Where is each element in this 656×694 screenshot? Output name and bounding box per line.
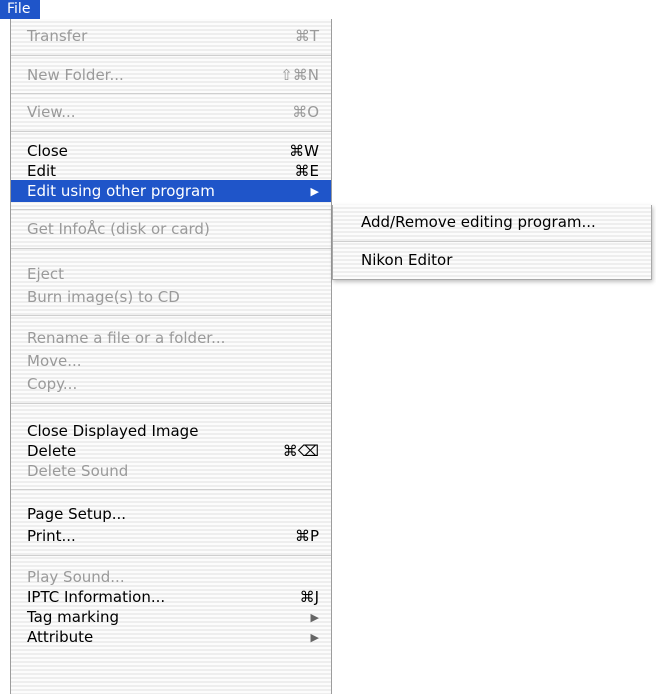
- menu-item-label: Copy...: [27, 375, 78, 393]
- menu-item-label: Transfer: [27, 27, 88, 45]
- submenu-arrow-icon: ▶: [310, 610, 319, 624]
- menu-item-get-info[interactable]: Get InfoÅc (disk or card): [11, 218, 331, 240]
- menu-separator: [11, 248, 331, 249]
- menu-item-shortcut: ⌘P: [294, 527, 319, 545]
- menu-item-attribute[interactable]: Attribute ▶: [11, 626, 331, 648]
- menu-item-transfer[interactable]: Transfer ⌘T: [11, 25, 331, 47]
- menu-item-label: Attribute: [27, 628, 94, 646]
- menu-item-label: Eject: [27, 265, 65, 283]
- menu-item-view[interactable]: View... ⌘O: [11, 101, 331, 123]
- menu-item-close[interactable]: Close ⌘W: [11, 140, 331, 162]
- menu-separator: [11, 93, 331, 94]
- menu-item-label: Delete: [27, 442, 77, 460]
- menu-item-label: New Folder...: [27, 66, 124, 84]
- menu-item-delete[interactable]: Delete ⌘⌫: [11, 440, 331, 462]
- menu-item-print[interactable]: Print... ⌘P: [11, 525, 331, 547]
- menu-item-shortcut: ⌘O: [292, 103, 319, 121]
- file-menu: Transfer ⌘T New Folder... ⇧⌘N View... ⌘O…: [10, 19, 332, 694]
- menu-item-shortcut: ⌘J: [299, 588, 319, 606]
- menu-separator: [11, 55, 331, 56]
- menu-item-rename[interactable]: Rename a file or a folder...: [11, 327, 331, 349]
- menu-item-tag-marking[interactable]: Tag marking ▶: [11, 606, 331, 628]
- menu-separator: [11, 403, 331, 404]
- menu-separator: [11, 555, 331, 556]
- file-menu-title[interactable]: File: [0, 0, 40, 19]
- menu-item-label: View...: [27, 103, 76, 121]
- menu-item-label: Delete Sound: [27, 462, 129, 480]
- menu-item-shortcut: ⌘T: [294, 27, 319, 45]
- menu-item-iptc-information[interactable]: IPTC Information... ⌘J: [11, 586, 331, 608]
- menu-separator: [11, 131, 331, 132]
- submenu-arrow-icon: ▶: [310, 184, 319, 198]
- menu-item-label: Tag marking: [27, 608, 120, 626]
- menu-item-new-folder[interactable]: New Folder... ⇧⌘N: [11, 64, 331, 86]
- menu-separator: [11, 209, 331, 210]
- menu-item-label: Close: [27, 142, 68, 160]
- menu-item-label: Rename a file or a folder...: [27, 329, 226, 347]
- menu-item-page-setup[interactable]: Page Setup...: [11, 503, 331, 525]
- menu-item-label: Print...: [27, 527, 76, 545]
- menu-item-close-displayed-image[interactable]: Close Displayed Image: [11, 420, 331, 442]
- submenu-item-label: Nikon Editor: [361, 251, 453, 269]
- submenu-item-nikon-editor[interactable]: Nikon Editor: [333, 248, 651, 272]
- menu-item-edit-using-other-program[interactable]: Edit using other program ▶: [11, 180, 331, 202]
- menu-item-shortcut: ⇧⌘N: [280, 66, 319, 84]
- menu-item-play-sound[interactable]: Play Sound...: [11, 566, 331, 588]
- menu-item-label: Play Sound...: [27, 568, 125, 586]
- menu-item-label: Close Displayed Image: [27, 422, 199, 440]
- menu-item-label: Move...: [27, 352, 82, 370]
- menu-item-delete-sound[interactable]: Delete Sound: [11, 460, 331, 482]
- menu-item-shortcut: ⌘W: [289, 142, 319, 160]
- menu-item-shortcut: ⌘⌫: [282, 442, 319, 460]
- menu-item-move[interactable]: Move...: [11, 350, 331, 372]
- menu-separator: [11, 315, 331, 316]
- menu-item-shortcut: ⌘E: [294, 162, 319, 180]
- menu-item-label: Edit: [27, 162, 57, 180]
- menu-item-label: Edit using other program: [27, 182, 215, 200]
- menu-separator: [11, 489, 331, 490]
- menu-item-burn-to-cd[interactable]: Burn image(s) to CD: [11, 286, 331, 308]
- menu-item-label: Page Setup...: [27, 505, 127, 523]
- menu-item-label: Burn image(s) to CD: [27, 288, 180, 306]
- menu-item-label: IPTC Information...: [27, 588, 166, 606]
- submenu-separator: [333, 241, 651, 242]
- edit-using-other-program-submenu: Add/Remove editing program... Nikon Edit…: [332, 205, 652, 280]
- submenu-arrow-icon: ▶: [310, 630, 319, 644]
- menu-item-label: Get InfoÅc (disk or card): [27, 220, 210, 238]
- submenu-item-label: Add/Remove editing program...: [361, 213, 596, 231]
- menu-item-edit[interactable]: Edit ⌘E: [11, 160, 331, 182]
- menu-item-eject[interactable]: Eject: [11, 263, 331, 285]
- menu-item-copy[interactable]: Copy...: [11, 373, 331, 395]
- submenu-item-add-remove-editing-program[interactable]: Add/Remove editing program...: [333, 210, 651, 234]
